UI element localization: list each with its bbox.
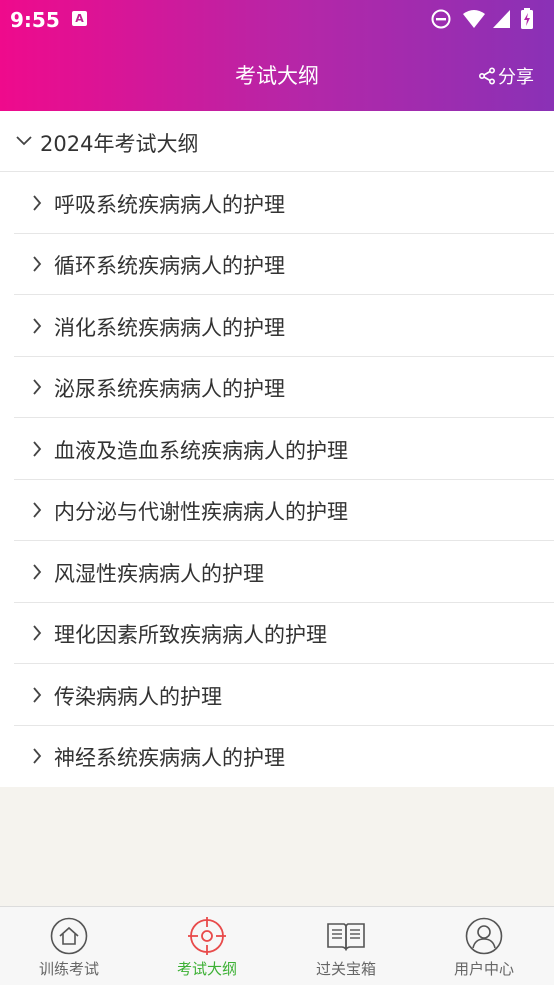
chevron-right-icon — [33, 564, 42, 580]
wifi-icon — [463, 10, 485, 28]
target-icon — [188, 917, 226, 955]
bottom-tab-bar: 训练考试 考试大纲 过关宝箱 用户中心 — [0, 906, 554, 985]
notification-icon: A — [72, 11, 87, 26]
list-item[interactable]: 理化因素所致疾病病人的护理 — [14, 602, 554, 664]
list-item[interactable]: 消化系统疾病病人的护理 — [14, 295, 554, 357]
share-label: 分享 — [498, 67, 534, 88]
list-item[interactable]: 血液及造血系统疾病病人的护理 — [14, 418, 554, 480]
list-item-label: 消化系统疾病病人的护理 — [54, 316, 285, 340]
list-item-label: 血液及造血系统疾病病人的护理 — [54, 439, 348, 463]
status-time: 9:55 — [10, 8, 60, 32]
list-item-label: 内分泌与代谢性疾病病人的护理 — [54, 500, 348, 524]
section-header[interactable]: 2024年考试大纲 — [0, 111, 554, 172]
user-icon — [465, 917, 503, 955]
list-item-label: 理化因素所致疾病病人的护理 — [54, 623, 327, 647]
home-icon — [50, 917, 88, 955]
list-item-label: 风湿性疾病病人的护理 — [54, 562, 264, 586]
list-item-label: 呼吸系统疾病病人的护理 — [54, 193, 285, 217]
status-icons — [430, 8, 540, 30]
chevron-down-icon — [16, 136, 32, 146]
syllabus-list: 2024年考试大纲 呼吸系统疾病病人的护理 循环系统疾病病人的护理 消化系统疾病… — [0, 111, 554, 787]
page-title: 考试大纲 — [235, 64, 319, 88]
tab-label: 用户中心 — [453, 960, 514, 978]
list-item[interactable]: 风湿性疾病病人的护理 — [14, 541, 554, 603]
list-item-label: 循环系统疾病病人的护理 — [54, 254, 285, 278]
share-button[interactable]: 分享 — [478, 63, 534, 89]
chevron-right-icon — [33, 502, 42, 518]
chevron-right-icon — [33, 256, 42, 272]
chevron-right-icon — [33, 195, 42, 211]
list-item[interactable]: 泌尿系统疾病病人的护理 — [14, 356, 554, 418]
tab-label: 考试大纲 — [176, 960, 237, 978]
list-item-label: 传染病病人的护理 — [54, 685, 222, 709]
list-item[interactable]: 呼吸系统疾病病人的护理 — [14, 172, 554, 234]
chevron-right-icon — [33, 318, 42, 334]
do-not-disturb-icon — [431, 9, 451, 29]
list-item[interactable]: 内分泌与代谢性疾病病人的护理 — [14, 479, 554, 541]
chevron-right-icon — [33, 379, 42, 395]
chevron-right-icon — [33, 748, 42, 764]
share-icon — [478, 67, 496, 85]
list-item[interactable]: 循环系统疾病病人的护理 — [14, 233, 554, 295]
book-icon — [327, 923, 365, 951]
tab-syllabus[interactable]: 考试大纲 — [138, 907, 276, 985]
tab-label: 过关宝箱 — [315, 960, 376, 978]
chevron-right-icon — [33, 687, 42, 703]
tab-user-center[interactable]: 用户中心 — [415, 907, 553, 985]
tab-training-exam[interactable]: 训练考试 — [0, 907, 138, 985]
tab-label: 训练考试 — [38, 960, 99, 978]
app-header: 9:55 A 考试大纲 分享 — [0, 0, 554, 111]
signal-icon — [493, 10, 510, 28]
section-label: 2024年考试大纲 — [40, 132, 199, 156]
battery-icon — [521, 8, 533, 29]
chevron-right-icon — [33, 441, 42, 457]
tab-treasure-box[interactable]: 过关宝箱 — [277, 907, 415, 985]
list-item[interactable]: 传染病病人的护理 — [14, 664, 554, 726]
list-item[interactable]: 神经系统疾病病人的护理 — [14, 725, 554, 786]
chevron-right-icon — [33, 625, 42, 641]
list-item-label: 泌尿系统疾病病人的护理 — [54, 377, 285, 401]
list-item-label: 神经系统疾病病人的护理 — [54, 746, 285, 770]
